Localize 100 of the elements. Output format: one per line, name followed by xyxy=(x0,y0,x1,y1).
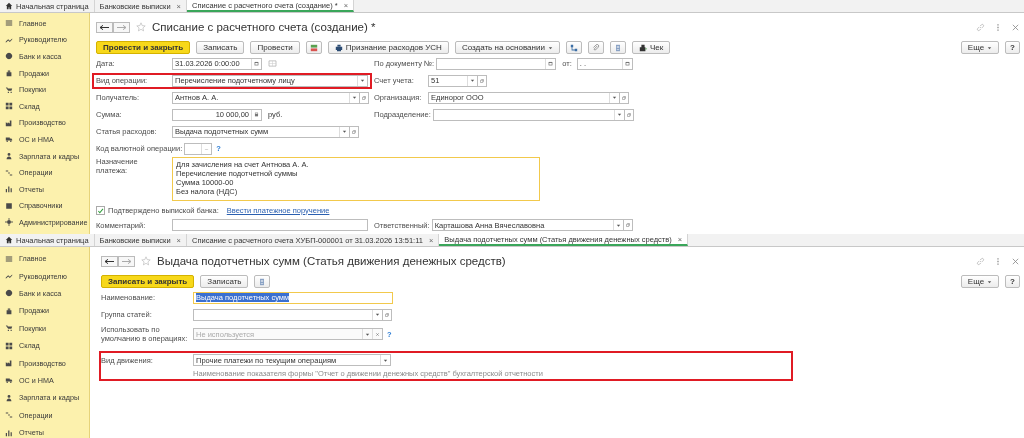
calendar-button[interactable] xyxy=(251,58,261,69)
help-button[interactable]: ? xyxy=(1005,275,1020,288)
back-button[interactable] xyxy=(96,21,113,33)
code-field[interactable] xyxy=(184,142,213,155)
close-icon[interactable] xyxy=(1011,256,1020,266)
link-icon[interactable] xyxy=(976,22,985,32)
structure-icon xyxy=(569,43,578,52)
check-icon xyxy=(97,206,104,215)
open-button[interactable] xyxy=(624,108,634,121)
menu-button[interactable]: Создать на основании xyxy=(454,41,560,54)
home-icon xyxy=(5,2,13,10)
text-field[interactable] xyxy=(172,219,368,231)
caret-icon xyxy=(383,357,388,363)
open-icon xyxy=(621,94,627,101)
printer-icon xyxy=(334,43,343,52)
caret-icon xyxy=(987,45,993,50)
more-icon[interactable] xyxy=(996,256,1000,266)
receipt-button[interactable]: Чек xyxy=(631,41,671,54)
grid-icon xyxy=(5,102,13,111)
select-field[interactable] xyxy=(193,308,383,321)
more-button[interactable]: Еще xyxy=(960,275,1000,288)
coin-icon xyxy=(5,52,13,61)
open-button[interactable] xyxy=(383,308,392,321)
caret-icon xyxy=(375,312,380,317)
bag-icon xyxy=(5,69,13,78)
coin-icon xyxy=(5,289,13,298)
open-icon xyxy=(351,128,357,135)
calendar-icon xyxy=(254,61,259,66)
attach-button[interactable] xyxy=(587,41,604,54)
calculator-button[interactable] xyxy=(251,109,261,120)
checkbox[interactable] xyxy=(96,205,105,215)
person-icon xyxy=(5,152,13,161)
home-icon xyxy=(5,236,13,244)
open-button[interactable] xyxy=(623,219,633,231)
truck-icon xyxy=(5,376,13,385)
open-icon xyxy=(624,222,631,228)
help-button[interactable]: ? xyxy=(1005,41,1020,54)
toolbar-button[interactable]: Записать xyxy=(196,41,245,54)
list-button[interactable] xyxy=(254,275,271,288)
list-button[interactable] xyxy=(609,41,626,54)
calendar-icon xyxy=(624,61,630,66)
calendar-button[interactable] xyxy=(621,58,632,69)
open-icon xyxy=(361,94,367,101)
toolbar-button[interactable]: Провести xyxy=(250,41,300,54)
open-button[interactable] xyxy=(360,91,369,104)
cart-icon xyxy=(5,85,13,94)
clear-button[interactable] xyxy=(372,329,382,339)
ledger-button[interactable] xyxy=(305,41,322,54)
structure-button[interactable] xyxy=(565,41,582,54)
factory-icon xyxy=(5,118,13,127)
cash-register-icon xyxy=(638,43,647,52)
toolbar-button[interactable]: Записать xyxy=(200,275,249,288)
back-button[interactable] xyxy=(101,255,118,267)
select-field[interactable] xyxy=(432,108,625,121)
caret-icon xyxy=(360,78,365,83)
caret-icon xyxy=(365,331,370,337)
link-icon[interactable] xyxy=(976,256,985,266)
caret-icon xyxy=(470,78,475,83)
open-icon xyxy=(384,311,390,318)
grid-icon[interactable] xyxy=(268,60,277,67)
close-icon[interactable] xyxy=(1011,22,1020,32)
open-button[interactable] xyxy=(350,125,359,138)
primary-button[interactable]: Провести и закрыть xyxy=(96,41,191,54)
gear-icon xyxy=(5,218,13,227)
caret-icon xyxy=(547,45,553,50)
open-icon xyxy=(479,77,485,84)
text-field[interactable] xyxy=(436,57,557,70)
more-icon[interactable] xyxy=(996,22,1000,32)
paperclip-icon xyxy=(591,43,600,52)
caret-icon xyxy=(987,279,993,284)
more-button[interactable]: Еще xyxy=(960,41,1000,54)
cart-icon xyxy=(5,324,13,333)
calculator-icon xyxy=(254,112,259,117)
bag-icon xyxy=(5,306,13,315)
caret-icon xyxy=(615,222,621,228)
print-button[interactable]: Признание расходов УСН xyxy=(327,41,449,54)
dots-icon xyxy=(204,146,210,151)
caret-icon xyxy=(612,95,617,100)
trend-icon xyxy=(5,272,13,281)
truck-icon xyxy=(5,135,13,144)
bar-chart-icon xyxy=(5,185,13,194)
clear-icon xyxy=(375,331,380,337)
calendar-icon xyxy=(548,61,554,66)
open-button[interactable] xyxy=(620,91,629,104)
star-icon[interactable] xyxy=(141,256,151,266)
person-icon xyxy=(5,393,13,402)
open-icon xyxy=(625,111,632,118)
bar-chart-icon xyxy=(5,428,13,437)
open-button[interactable] xyxy=(478,74,487,87)
document-icon xyxy=(258,277,267,286)
ledger-icon xyxy=(309,43,318,52)
caret-icon xyxy=(616,112,622,117)
factory-icon xyxy=(5,359,13,368)
star-icon[interactable] xyxy=(136,22,146,32)
caret-icon xyxy=(352,95,357,100)
primary-button[interactable]: Записать и закрыть xyxy=(101,275,195,288)
caret-icon xyxy=(342,129,347,134)
window-title: Списание с расчетного счета (создание) * xyxy=(152,21,376,33)
window-title: Выдача подотчетных сумм (Статья движения денежных средств) xyxy=(157,255,506,267)
grid-icon xyxy=(5,341,13,350)
